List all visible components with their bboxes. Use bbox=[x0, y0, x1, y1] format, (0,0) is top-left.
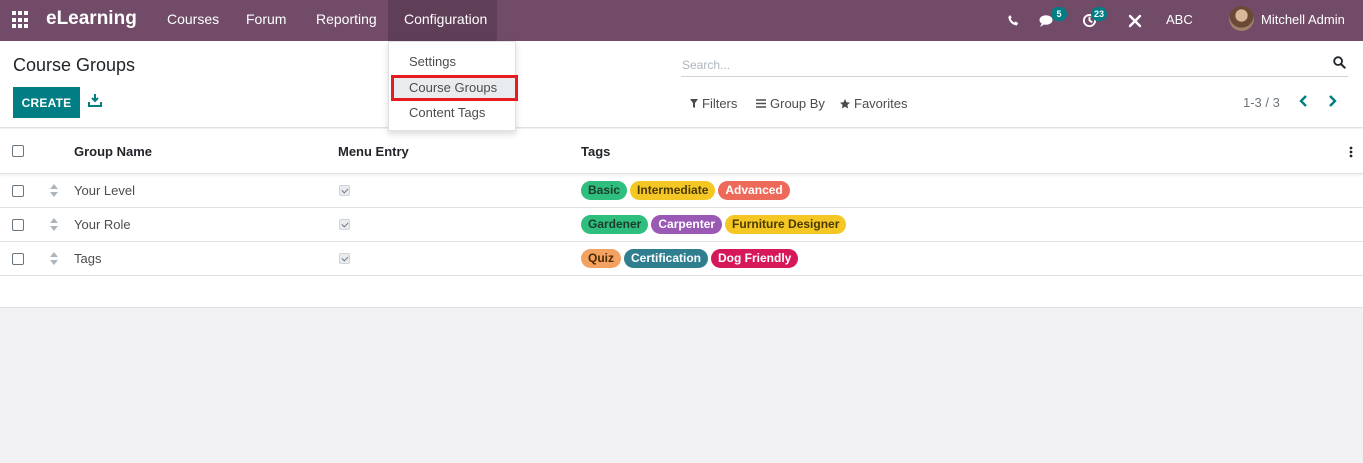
group-by-label: Group By bbox=[770, 96, 825, 111]
tag-badge[interactable]: Quiz bbox=[581, 249, 621, 268]
dropdown-item-content-tags[interactable]: Content Tags bbox=[409, 105, 485, 120]
tags-cell: Quiz Certification Dog Friendly bbox=[581, 249, 799, 268]
messages-count-badge: 5 bbox=[1051, 7, 1067, 21]
menu-entry-checkbox bbox=[339, 219, 350, 230]
table-row[interactable]: Your Role Gardener Carpenter Furniture Des… bbox=[0, 208, 1363, 242]
tag-badge[interactable]: Certification bbox=[624, 249, 709, 268]
group-by-button[interactable]: Group By bbox=[756, 96, 825, 111]
row-checkbox[interactable] bbox=[12, 185, 24, 197]
drag-handle-icon[interactable] bbox=[50, 184, 58, 197]
company-switcher[interactable]: ABC bbox=[1166, 12, 1193, 27]
control-panel: Course Groups CREATE Filters Group By Fa… bbox=[0, 41, 1363, 128]
app-grid-icon[interactable] bbox=[12, 11, 30, 29]
download-icon[interactable] bbox=[88, 93, 104, 109]
page-title: Course Groups bbox=[13, 55, 136, 75]
drag-handle-icon[interactable] bbox=[50, 252, 58, 265]
menu-reporting[interactable]: Reporting bbox=[300, 0, 393, 41]
star-icon bbox=[840, 98, 850, 108]
list-icon bbox=[756, 99, 766, 108]
user-menu[interactable]: Mitchell Admin bbox=[1261, 12, 1345, 27]
filter-icon bbox=[690, 99, 698, 108]
table-body: Your Level Basic Intermediate Advanced You… bbox=[0, 174, 1363, 276]
configuration-dropdown: Settings Course Groups Content Tags bbox=[388, 41, 518, 131]
tag-badge[interactable]: Dog Friendly bbox=[711, 249, 799, 268]
favorites-label: Favorites bbox=[854, 96, 908, 111]
tag-badge[interactable]: Gardener bbox=[581, 215, 649, 234]
menu-configuration[interactable]: Configuration bbox=[388, 0, 497, 41]
messages-icon[interactable] bbox=[1037, 0, 1057, 41]
menu-courses[interactable]: Courses bbox=[151, 0, 235, 41]
app-brand[interactable]: eLearning bbox=[46, 8, 137, 30]
favorites-button[interactable]: Favorites bbox=[840, 96, 907, 111]
column-menu-entry[interactable]: Menu Entry bbox=[338, 144, 409, 159]
pager-next-icon[interactable] bbox=[1326, 94, 1340, 110]
user-avatar[interactable] bbox=[1229, 6, 1254, 31]
dropdown-item-course-groups[interactable]: Course Groups bbox=[409, 80, 497, 95]
table-header: Group Name Menu Entry Tags bbox=[0, 129, 1363, 174]
filters-button[interactable]: Filters bbox=[690, 96, 737, 111]
tags-cell: Gardener Carpenter Furniture Designer bbox=[581, 215, 847, 234]
tag-badge[interactable]: Basic bbox=[581, 181, 628, 200]
optional-columns-icon[interactable] bbox=[1349, 145, 1353, 159]
filters-label: Filters bbox=[702, 96, 738, 111]
menu-entry-checkbox bbox=[339, 253, 350, 264]
search-input[interactable] bbox=[681, 53, 1348, 77]
pager-previous-icon[interactable] bbox=[1298, 94, 1312, 110]
table-row[interactable]: Your Level Basic Intermediate Advanced bbox=[0, 174, 1363, 208]
group-name-cell[interactable]: Tags bbox=[74, 251, 101, 266]
tag-badge[interactable]: Carpenter bbox=[651, 215, 723, 234]
menu-forum[interactable]: Forum bbox=[230, 0, 302, 41]
column-tags[interactable]: Tags bbox=[581, 144, 610, 159]
phone-icon[interactable] bbox=[1004, 0, 1022, 41]
course-groups-table: Group Name Menu Entry Tags Your Level Ba… bbox=[0, 129, 1363, 308]
tag-badge[interactable]: Intermediate bbox=[630, 181, 716, 200]
pager-value[interactable]: 1-3 / 3 bbox=[1243, 95, 1280, 110]
select-all-checkbox[interactable] bbox=[12, 145, 24, 157]
drag-handle-icon[interactable] bbox=[50, 218, 58, 231]
menu-entry-checkbox bbox=[339, 185, 350, 196]
table-row[interactable]: Tags Quiz Certification Dog Friendly bbox=[0, 242, 1363, 276]
group-name-cell[interactable]: Your Role bbox=[74, 217, 131, 232]
tag-badge[interactable]: Advanced bbox=[718, 181, 790, 200]
row-checkbox[interactable] bbox=[12, 253, 24, 265]
top-navbar: eLearning Courses Forum Reporting Config… bbox=[0, 0, 1363, 41]
tag-badge[interactable]: Furniture Designer bbox=[725, 215, 847, 234]
create-button[interactable]: CREATE bbox=[13, 87, 80, 118]
row-checkbox[interactable] bbox=[12, 219, 24, 231]
group-name-cell[interactable]: Your Level bbox=[74, 183, 135, 198]
search-icon[interactable] bbox=[1333, 56, 1347, 70]
table-empty-row bbox=[0, 276, 1363, 308]
debug-tools-icon[interactable] bbox=[1126, 0, 1144, 41]
tags-cell: Basic Intermediate Advanced bbox=[581, 181, 790, 200]
column-group-name[interactable]: Group Name bbox=[74, 144, 152, 159]
activities-count-badge: 23 bbox=[1091, 7, 1108, 21]
dropdown-item-settings[interactable]: Settings bbox=[409, 54, 456, 69]
